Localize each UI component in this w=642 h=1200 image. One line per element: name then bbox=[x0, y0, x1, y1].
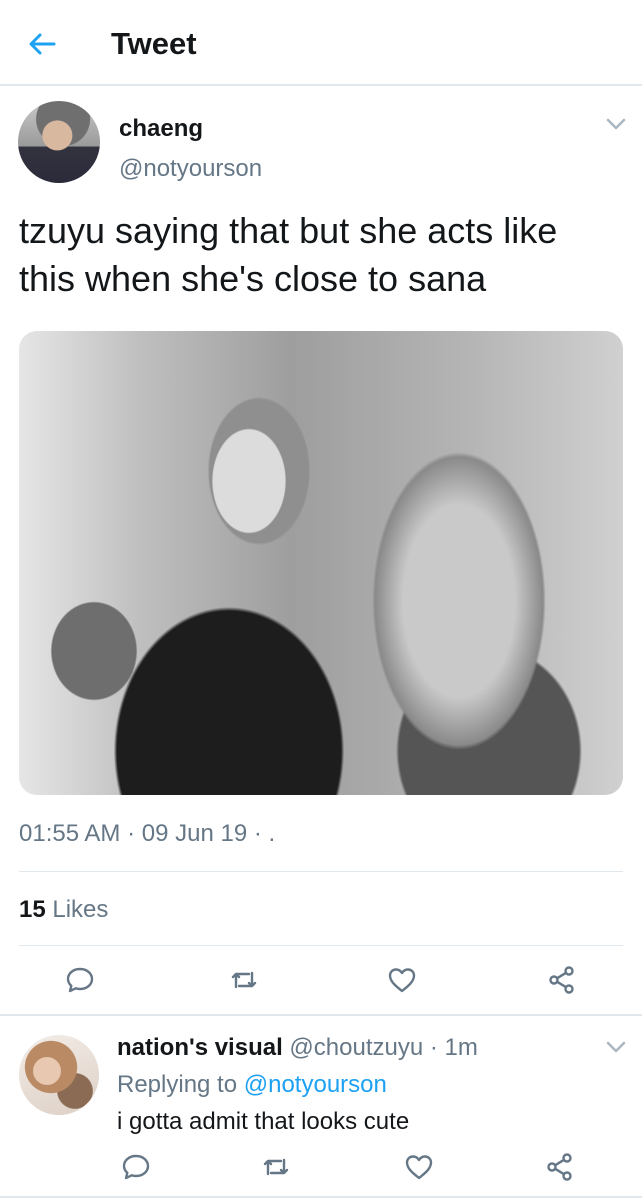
tweet-date: 09 Jun 19 bbox=[141, 820, 248, 847]
reply-time: · 1m bbox=[429, 1034, 478, 1061]
page-title: Tweet bbox=[111, 26, 197, 61]
tweet-time: 01:55 AM bbox=[19, 820, 121, 847]
section-divider bbox=[0, 1014, 642, 1016]
chevron-down-icon[interactable] bbox=[606, 118, 626, 130]
tweet-photo[interactable] bbox=[19, 331, 623, 795]
author-display-name[interactable]: chaeng bbox=[119, 115, 203, 143]
retweet-icon[interactable] bbox=[229, 965, 259, 995]
separator: · bbox=[127, 820, 136, 847]
author-handle[interactable]: @notyourson bbox=[119, 155, 262, 183]
reply-text: i gotta admit that looks cute bbox=[117, 1108, 410, 1135]
tweet-source: · . bbox=[253, 820, 276, 847]
replying-to-link[interactable]: @notyourson bbox=[244, 1071, 387, 1098]
divider bbox=[19, 871, 623, 872]
tweet-timestamp: 01:55 AM · 09 Jun 19 · . bbox=[19, 820, 275, 848]
replying-prefix: Replying to bbox=[117, 1071, 238, 1098]
share-icon[interactable] bbox=[547, 965, 577, 995]
tweet-text: tzuyu saying that but she acts like this… bbox=[19, 210, 558, 299]
retweet-icon[interactable] bbox=[261, 1152, 291, 1182]
section-divider bbox=[0, 1196, 642, 1198]
reply-avatar[interactable] bbox=[19, 1035, 99, 1115]
like-icon[interactable] bbox=[387, 965, 417, 995]
reply-display-name[interactable]: nation's visual bbox=[117, 1034, 283, 1061]
top-bar: Tweet bbox=[0, 0, 642, 86]
likes-count-link[interactable]: 15 Likes bbox=[19, 896, 108, 924]
arrow-left-icon[interactable] bbox=[26, 28, 58, 60]
likes-label: Likes bbox=[52, 896, 109, 923]
reply-handle[interactable]: @choutzuyu bbox=[289, 1034, 423, 1061]
replying-to-line: Replying to @notyourson bbox=[117, 1071, 387, 1099]
reply-header: nation's visual @choutzuyu · 1m bbox=[117, 1034, 478, 1062]
reply-icon[interactable] bbox=[65, 965, 95, 995]
reply-icon[interactable] bbox=[121, 1152, 151, 1182]
divider bbox=[19, 945, 623, 946]
likes-count: 15 bbox=[19, 896, 46, 923]
chevron-down-icon[interactable] bbox=[606, 1041, 626, 1053]
avatar[interactable] bbox=[18, 101, 100, 183]
like-icon[interactable] bbox=[404, 1152, 434, 1182]
share-icon[interactable] bbox=[545, 1152, 575, 1182]
